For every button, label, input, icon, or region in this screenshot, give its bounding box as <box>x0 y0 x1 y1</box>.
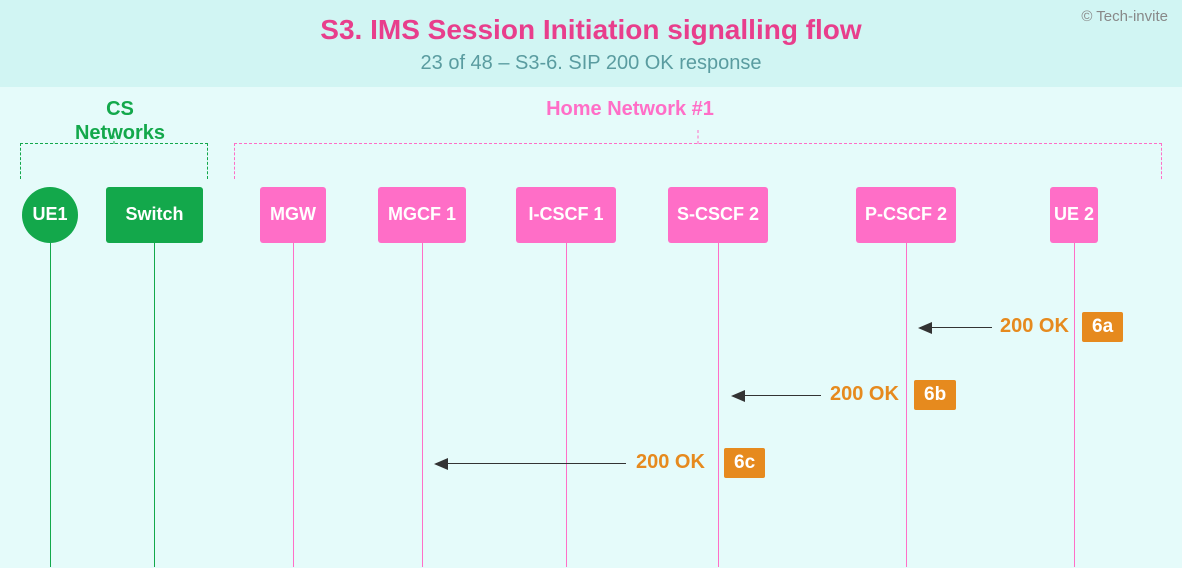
bracket-cs <box>20 143 208 179</box>
node-mgw: MGW <box>260 187 326 243</box>
copyright: © Tech-invite <box>1081 8 1168 25</box>
node-scscf2: S-CSCF 2 <box>668 187 768 243</box>
group-label-cs: CS Networks <box>60 97 180 145</box>
lifeline-ue2 <box>1074 243 1075 567</box>
step-tag-6b: 6b <box>914 380 956 410</box>
node-label: UE1 <box>32 204 67 226</box>
lifeline-mgw <box>293 243 294 567</box>
node-mgcf1: MGCF 1 <box>378 187 466 243</box>
diagram-canvas: CS Networks Home Network #1 UE1 Switch M… <box>0 87 1182 567</box>
page-title: S3. IMS Session Initiation signalling fl… <box>0 14 1182 46</box>
node-pcscf2: P-CSCF 2 <box>856 187 956 243</box>
arrow-6c <box>436 463 626 464</box>
bracket-home <box>234 143 1162 179</box>
arrow-6b <box>733 395 821 396</box>
msg-label-6a: 200 OK <box>1000 315 1069 338</box>
lifeline-switch <box>154 243 155 567</box>
node-ue1: UE1 <box>22 187 78 243</box>
node-label: Switch <box>125 204 183 226</box>
node-switch: Switch <box>106 187 203 243</box>
header: S3. IMS Session Initiation signalling fl… <box>0 0 1182 87</box>
msg-label-6c: 200 OK <box>636 451 705 474</box>
node-icscf1: I-CSCF 1 <box>516 187 616 243</box>
lifeline-pcscf2 <box>906 243 907 567</box>
node-label: UE 2 <box>1054 204 1094 226</box>
node-ue2: UE 2 <box>1050 187 1098 243</box>
node-label: P-CSCF 2 <box>865 204 947 226</box>
lifeline-icscf1 <box>566 243 567 567</box>
node-label: I-CSCF 1 <box>528 204 603 226</box>
node-label: MGW <box>270 204 316 226</box>
page-subtitle: 23 of 48 – S3-6. SIP 200 OK response <box>0 52 1182 75</box>
lifeline-scscf2 <box>718 243 719 567</box>
msg-label-6b: 200 OK <box>830 383 899 406</box>
arrow-6a <box>920 327 992 328</box>
node-label: MGCF 1 <box>388 204 456 226</box>
node-label: S-CSCF 2 <box>677 204 759 226</box>
group-label-home: Home Network #1 <box>500 97 760 121</box>
step-tag-6a: 6a <box>1082 312 1123 342</box>
lifeline-ue1 <box>50 243 51 567</box>
lifeline-mgcf1 <box>422 243 423 567</box>
step-tag-6c: 6c <box>724 448 765 478</box>
